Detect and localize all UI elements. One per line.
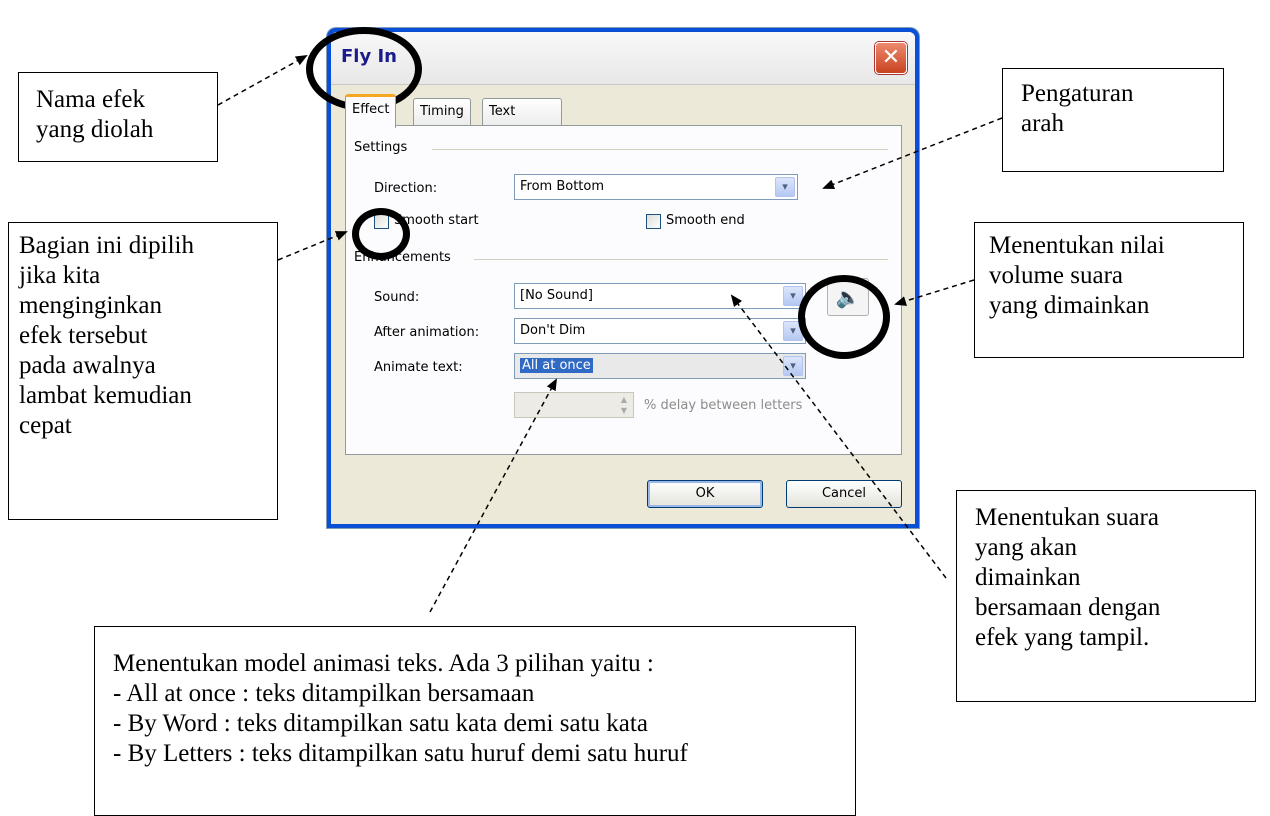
annotation-arrows (217, 55, 1003, 613)
arrow-to-title (217, 55, 308, 106)
arrow-to-sound (730, 294, 947, 579)
arrow-to-animate-text (429, 378, 557, 613)
arrow-to-direction (822, 117, 1003, 189)
arrow-to-smooth-start (277, 231, 348, 261)
tab-effect[interactable]: Effect (345, 94, 397, 128)
arrow-to-speaker (894, 279, 975, 306)
